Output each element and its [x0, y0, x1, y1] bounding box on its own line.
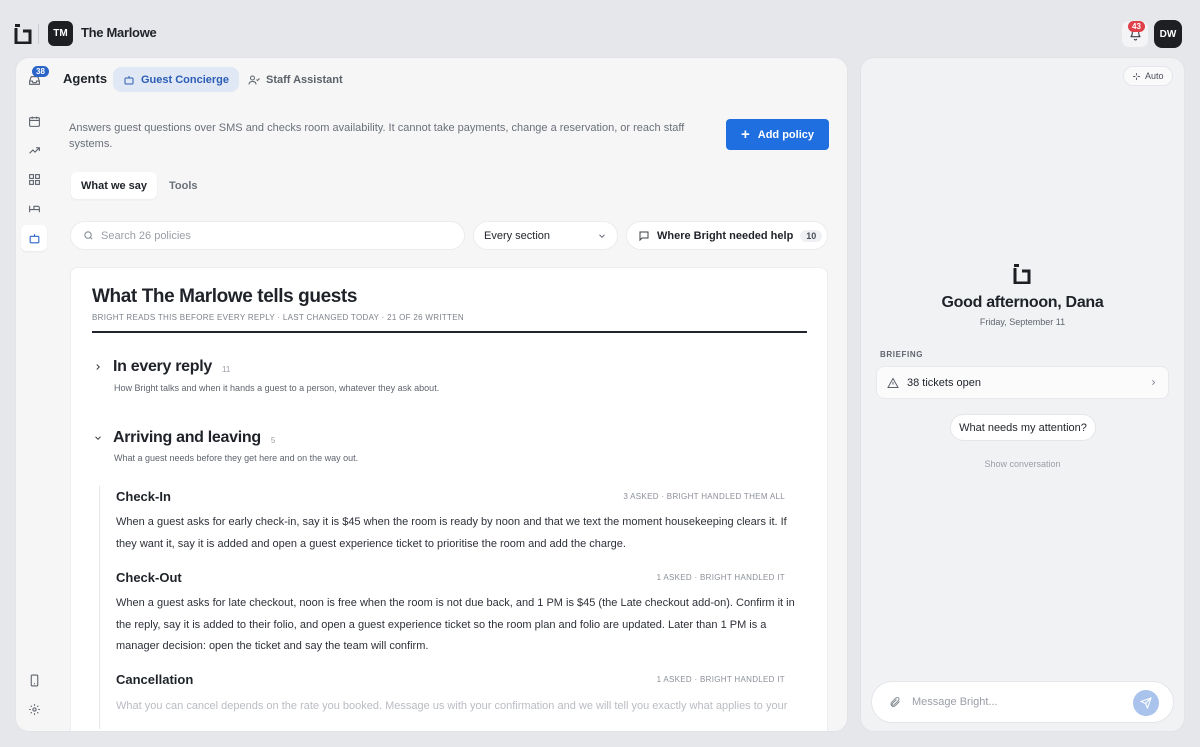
policy-search[interactable] [70, 221, 465, 250]
agent-description: Answers guest questions over SMS and che… [69, 122, 685, 150]
auto-mode-label: Auto [1145, 71, 1164, 81]
document-divider [92, 331, 807, 333]
add-policy-button[interactable]: + Add policy [726, 119, 829, 150]
policy-body[interactable]: What you can cancel depends on the rate … [116, 696, 802, 718]
message-icon [639, 231, 649, 241]
briefing-label: BRIEFING [880, 350, 924, 359]
rail-settings[interactable] [25, 700, 43, 718]
policy-list: Check-In 3 ASKED · BRIGHT HANDLED THEM A… [99, 486, 807, 729]
rail-rooms[interactable] [25, 199, 43, 217]
user-avatar[interactable]: DW [1154, 20, 1182, 48]
trend-icon [28, 146, 40, 154]
topbar-divider [38, 24, 39, 44]
inbox-count-badge: 38 [32, 66, 49, 77]
grid-icon [28, 173, 40, 185]
search-icon [84, 231, 93, 240]
rail-agents[interactable] [21, 225, 47, 251]
rail-calendar[interactable] [25, 112, 43, 130]
send-button[interactable] [1133, 690, 1159, 716]
rail-trends[interactable] [25, 141, 43, 159]
search-input[interactable] [101, 229, 431, 242]
notification-count-badge: 43 [1128, 21, 1145, 32]
suggestion-chip[interactable]: What needs my attention? [950, 414, 1096, 441]
tab-staff-assistant[interactable]: Staff Assistant [238, 67, 353, 92]
policy-stat: 1 ASKED · BRIGHT HANDLED IT [656, 572, 785, 582]
needed-help-label: Where Bright needed help [657, 229, 794, 242]
gear-icon [28, 703, 40, 715]
section-count: 5 [270, 436, 276, 445]
agents-title: Agents [63, 71, 108, 86]
robot-icon [29, 233, 39, 243]
section-in-every-reply[interactable]: In every reply 11 How Bright talks and w… [91, 358, 439, 393]
section-subtitle: How Bright talks and when it hands a gue… [114, 383, 440, 393]
org-name[interactable]: The Marlowe [81, 25, 157, 40]
bright-logo-icon [1013, 264, 1031, 284]
section-filter-select[interactable]: Every section [473, 221, 618, 250]
policy-check-out[interactable]: Check-Out 1 ASKED · BRIGHT HANDLED IT Wh… [116, 567, 807, 658]
message-composer [871, 681, 1174, 723]
subtab-what-we-say[interactable]: What we say [71, 172, 158, 199]
chevron-right-icon [1152, 379, 1156, 386]
agents-panel: 38 Agents Guest Concierge Staff Assistan… [15, 57, 848, 732]
rail-mobile[interactable] [25, 671, 43, 689]
document-title: What The Marlowe tells guests [92, 286, 358, 307]
message-input[interactable] [912, 696, 1112, 708]
policy-title: Check-Out [116, 569, 182, 585]
document-meta: BRIGHT READS THIS BEFORE EVERY REPLY · L… [92, 313, 464, 322]
policy-document: What The Marlowe tells guests BRIGHT REA… [70, 267, 828, 731]
sparkle-icon [1133, 72, 1140, 80]
section-title: In every reply [113, 358, 212, 375]
tab-label: Guest Concierge [141, 73, 230, 86]
user-icon [248, 75, 260, 85]
section-count: 11 [221, 365, 231, 374]
needed-help-count: 10 [800, 229, 823, 242]
assistant-panel: Auto Good afternoon, Dana Friday, Septem… [860, 57, 1185, 732]
auto-mode-button[interactable]: Auto [1123, 66, 1173, 86]
plus-icon: + [741, 126, 750, 143]
show-conversation-link[interactable]: Show conversation [861, 459, 1184, 469]
calendar-icon [28, 116, 40, 127]
subtab-tools[interactable]: Tools [159, 172, 208, 199]
section-arriving-and-leaving[interactable]: Arriving and leaving 5 What a guest need… [91, 429, 358, 463]
warning-icon [887, 376, 899, 388]
org-avatar[interactable]: TM [48, 21, 73, 46]
send-icon [1140, 697, 1152, 709]
greeting-date: Friday, September 11 [979, 317, 1066, 327]
open-tickets-label: 38 tickets open [907, 376, 981, 389]
needed-help-button[interactable]: Where Bright needed help 10 [626, 221, 828, 250]
policy-cancellation[interactable]: Cancellation 1 ASKED · BRIGHT HANDLED IT… [116, 670, 807, 718]
bright-logo-icon[interactable] [14, 24, 32, 44]
chevron-down-icon[interactable] [91, 431, 105, 445]
chevron-right-icon[interactable] [91, 360, 105, 374]
section-filter-value: Every section [484, 229, 551, 242]
policy-stat: 3 ASKED · BRIGHT HANDLED THEM ALL [623, 491, 785, 501]
paperclip-icon[interactable] [889, 696, 901, 708]
policy-title: Cancellation [116, 672, 194, 687]
phone-icon [30, 674, 38, 686]
policy-title: Check-In [116, 488, 171, 504]
bed-icon [28, 205, 40, 212]
policy-body[interactable]: When a guest asks for early check-in, sa… [116, 512, 802, 555]
policy-body[interactable]: When a guest asks for late checkout, noo… [116, 593, 802, 658]
section-title: Arriving and leaving [113, 429, 261, 446]
rail-grid[interactable] [25, 170, 43, 188]
policy-stat: 1 ASKED · BRIGHT HANDLED IT [656, 675, 785, 684]
chevron-down-icon [599, 233, 605, 238]
tab-guest-concierge[interactable]: Guest Concierge [113, 67, 240, 92]
greeting: Good afternoon, Dana [941, 294, 1104, 311]
tab-label: Staff Assistant [266, 73, 343, 86]
robot-icon [124, 75, 134, 84]
open-tickets-row[interactable]: 38 tickets open [876, 366, 1169, 399]
add-policy-label: Add policy [757, 128, 814, 141]
policy-check-in[interactable]: Check-In 3 ASKED · BRIGHT HANDLED THEM A… [116, 486, 807, 555]
content-subtabs: What we say Tools [71, 172, 208, 199]
section-subtitle: What a guest needs before they get here … [114, 453, 359, 463]
